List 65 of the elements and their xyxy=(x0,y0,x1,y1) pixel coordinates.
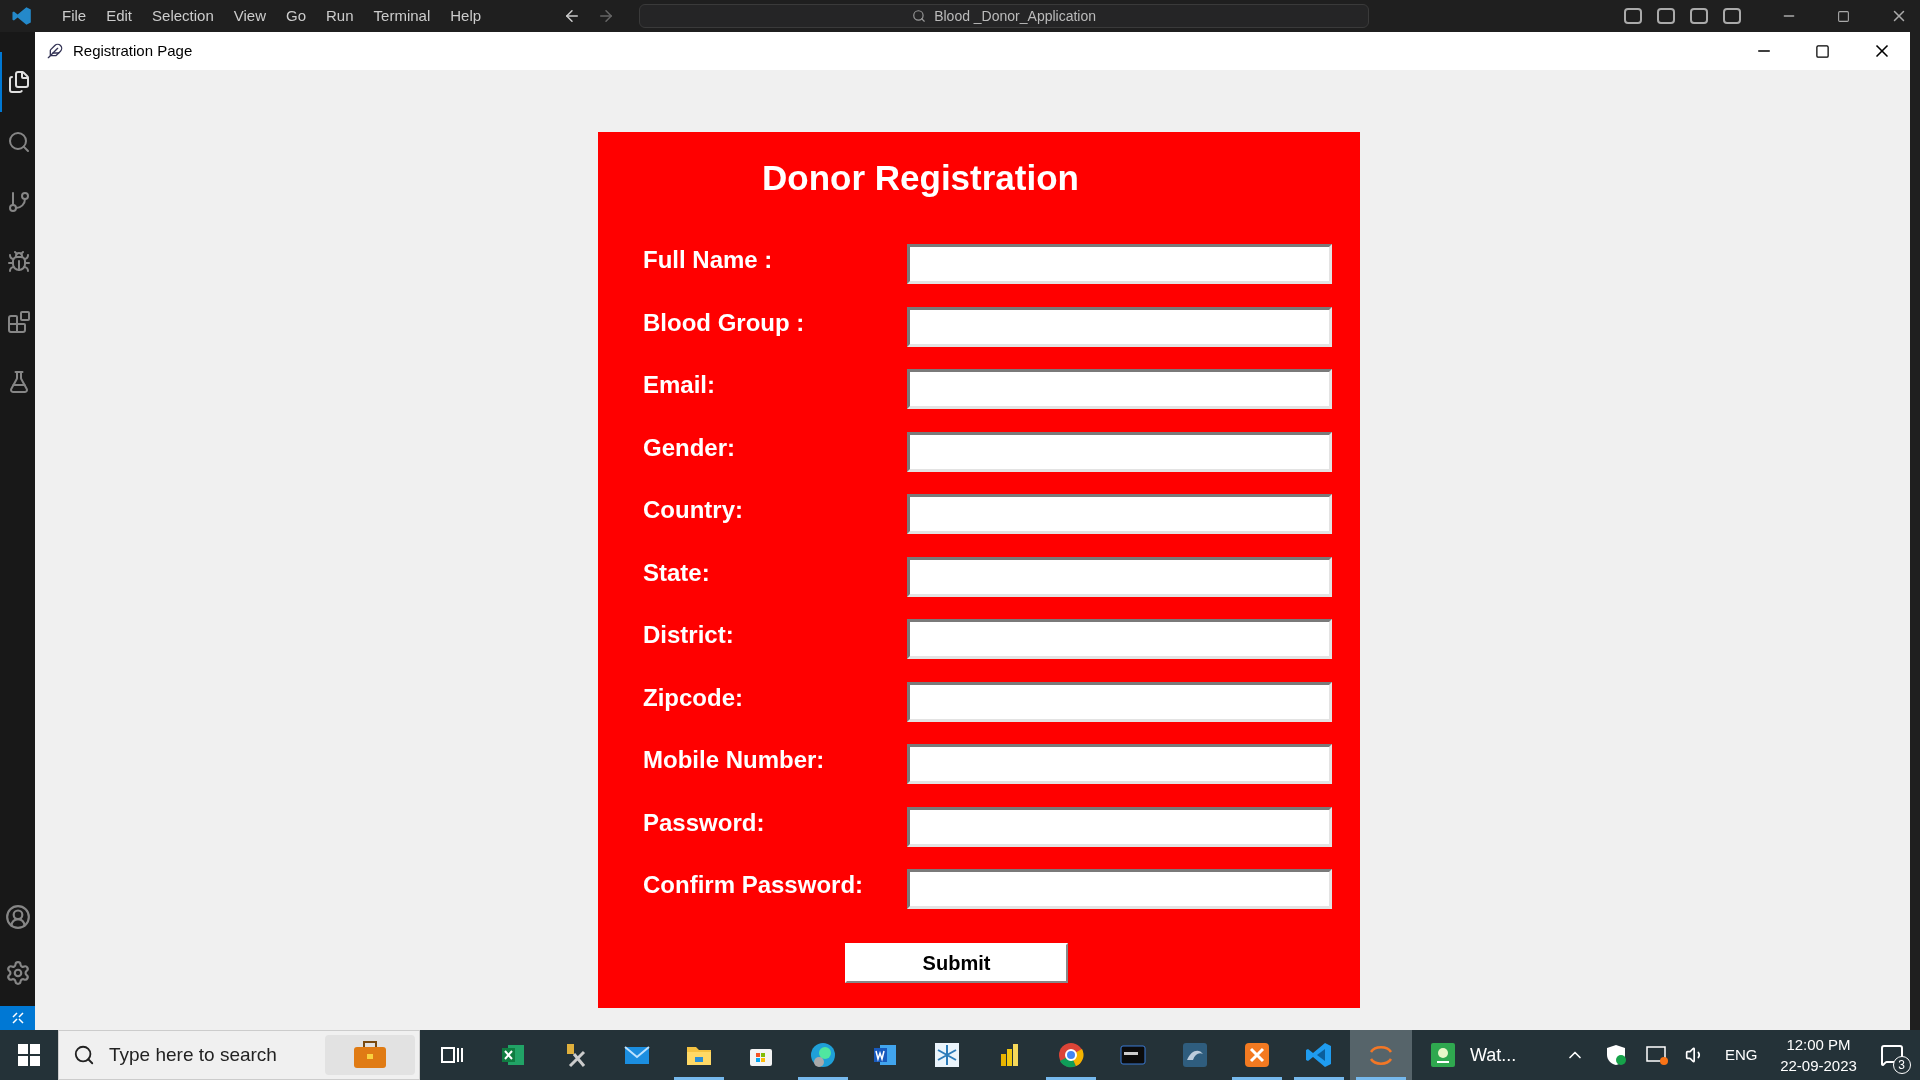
clock-date: 22-09-2023 xyxy=(1780,1056,1857,1076)
command-center[interactable]: Blood _Donor_Application xyxy=(639,4,1370,28)
menu-item[interactable]: Run xyxy=(316,4,364,28)
search-placeholder: Type here to search xyxy=(109,1042,278,1067)
field-label: Email: xyxy=(643,370,717,400)
text-field[interactable] xyxy=(907,806,1332,847)
text-field[interactable] xyxy=(907,869,1332,909)
field-label: Country: xyxy=(643,495,744,525)
field-label: Full Name : xyxy=(643,245,774,275)
shield-icon[interactable] xyxy=(1605,1044,1627,1066)
code-editor-icon xyxy=(1304,1040,1334,1070)
text-field[interactable] xyxy=(907,619,1332,659)
menu-item[interactable]: File xyxy=(52,4,97,28)
field-label: Zipcode: xyxy=(643,682,744,713)
text-field[interactable] xyxy=(907,556,1332,597)
windows-icon xyxy=(18,1044,40,1066)
field-label: Gender: xyxy=(643,432,736,463)
maximize-icon[interactable] xyxy=(1815,43,1830,59)
submit-button[interactable]: Submit xyxy=(845,943,1068,983)
search-field[interactable]: Type here to search xyxy=(58,1030,420,1080)
extensions-icon[interactable] xyxy=(6,310,31,334)
field-label: Password: xyxy=(643,807,766,838)
text-field[interactable] xyxy=(907,494,1332,534)
menu-item[interactable]: View xyxy=(223,4,276,28)
window-title: Registration Page xyxy=(73,40,193,61)
text-field[interactable] xyxy=(907,306,1332,347)
notification-count: 3 xyxy=(1892,1056,1911,1074)
snowflake-icon xyxy=(932,1040,962,1070)
code-editor-icon xyxy=(11,5,33,27)
clock-time: 12:00 PM xyxy=(1786,1035,1851,1055)
field-label: State: xyxy=(643,557,711,588)
field-label: Blood Group : xyxy=(643,307,806,338)
search-icon[interactable] xyxy=(6,130,31,154)
text-field[interactable] xyxy=(907,681,1332,722)
menu-item[interactable]: Selection xyxy=(142,4,224,28)
search-icon xyxy=(73,1044,95,1066)
text-field[interactable] xyxy=(907,744,1332,784)
feather-icon xyxy=(47,43,63,59)
remote-icon xyxy=(10,1011,25,1025)
menu-item[interactable]: Help xyxy=(440,4,492,28)
settings-icon[interactable] xyxy=(4,960,31,986)
text-field[interactable] xyxy=(907,369,1332,409)
clock[interactable]: 12:00 PM 22-09-2023 xyxy=(1773,1034,1864,1076)
browser-icon xyxy=(808,1040,838,1070)
search-icon xyxy=(912,9,927,23)
restore-icon[interactable] xyxy=(1837,9,1850,23)
field-label: Confirm Password: xyxy=(643,870,865,900)
account-icon[interactable] xyxy=(4,904,31,930)
workspace-name: Blood _Donor_Application xyxy=(934,6,1097,26)
menu-item[interactable]: Edit xyxy=(96,4,143,28)
field-label: District: xyxy=(643,620,735,650)
taskbar-task[interactable]: Wat... xyxy=(1412,1030,1545,1080)
text-field[interactable] xyxy=(907,431,1332,472)
form-title: Donor Registration xyxy=(762,157,1080,199)
browser-icon xyxy=(1056,1040,1086,1070)
menu-item[interactable]: Go xyxy=(276,4,316,28)
source-icon[interactable] xyxy=(6,190,31,214)
files-icon[interactable] xyxy=(6,70,31,94)
field-label: Mobile Number: xyxy=(643,745,826,775)
debug-icon[interactable] xyxy=(6,250,31,274)
text-field[interactable] xyxy=(907,244,1332,284)
language-indicator[interactable]: ENG xyxy=(1725,1043,1758,1067)
menu-item[interactable]: Terminal xyxy=(363,4,441,28)
briefcase-icon xyxy=(352,1041,388,1069)
display-sync-icon[interactable] xyxy=(1645,1044,1669,1066)
